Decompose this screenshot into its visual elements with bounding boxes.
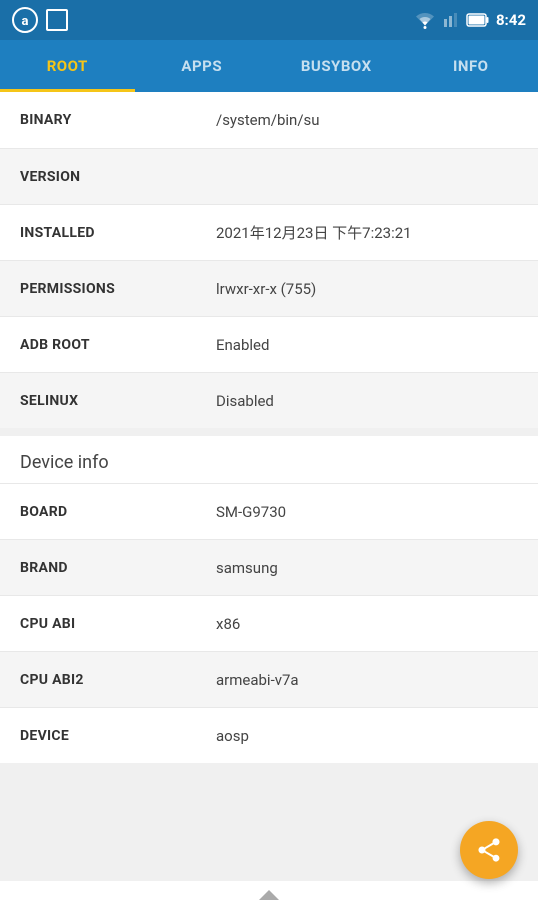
svg-text:a: a [22,14,29,29]
tab-info[interactable]: INFO [404,40,538,92]
value-version [200,163,538,191]
row-cpu-abi: CPU ABI x86 [0,595,538,651]
row-selinux: SELINUX Disabled [0,372,538,428]
value-adb-root: Enabled [200,322,538,368]
value-cpu-abi: x86 [200,601,538,647]
battery-icon [466,12,490,28]
signal-icon [442,11,460,29]
status-bar: a 8:42 [0,0,538,40]
row-cpu-abi2: CPU ABI2 armeabi-v7a [0,651,538,707]
row-binary: BINARY /system/bin/su [0,92,538,148]
value-selinux: Disabled [200,378,538,424]
label-adb-root: ADB ROOT [0,323,200,367]
label-binary: BINARY [0,98,200,142]
content-area: BINARY /system/bin/su VERSION INSTALLED … [0,92,538,909]
row-version: VERSION [0,148,538,204]
row-permissions: PERMISSIONS lrwxr-xr-x (755) [0,260,538,316]
wifi-icon [414,11,436,29]
label-brand: BRAND [0,546,200,590]
time-display: 8:42 [496,11,526,29]
tab-root[interactable]: ROOT [0,40,135,92]
label-permissions: PERMISSIONS [0,267,200,311]
status-bar-left: a [12,7,68,33]
row-board: BOARD SM-G9730 [0,483,538,539]
status-bar-right: 8:42 [414,11,526,29]
device-info-card: Device info BOARD SM-G9730 BRAND samsung… [0,436,538,763]
value-installed: 2021年12月23日 下午7:23:21 [200,208,538,257]
value-permissions: lrwxr-xr-x (755) [200,266,538,312]
value-device: aosp [200,713,538,759]
label-board: BOARD [0,490,200,534]
row-adb-root: ADB ROOT Enabled [0,316,538,372]
value-board: SM-G9730 [200,489,538,535]
label-cpu-abi2: CPU ABI2 [0,658,200,702]
label-cpu-abi: CPU ABI [0,602,200,646]
root-info-card: BINARY /system/bin/su VERSION INSTALLED … [0,92,538,428]
tab-apps[interactable]: APPS [135,40,270,92]
label-device: DEVICE [0,714,200,758]
bottom-peek[interactable] [0,881,538,909]
share-icon [475,836,503,864]
app-icon: a [12,7,38,33]
value-brand: samsung [200,545,538,591]
value-cpu-abi2: armeabi-v7a [200,657,538,703]
row-brand: BRAND samsung [0,539,538,595]
share-fab[interactable] [460,821,518,879]
tab-busybox[interactable]: BUSYBOX [269,40,404,92]
label-selinux: SELINUX [0,379,200,423]
row-installed: INSTALLED 2021年12月23日 下午7:23:21 [0,204,538,260]
window-icon [46,9,68,31]
label-installed: INSTALLED [0,211,200,255]
nav-tabs: ROOT APPS BUSYBOX INFO [0,40,538,92]
label-version: VERSION [0,155,200,199]
chevron-up-icon [259,890,279,900]
value-binary: /system/bin/su [200,97,538,143]
row-device: DEVICE aosp [0,707,538,763]
device-info-title: Device info [0,436,538,483]
